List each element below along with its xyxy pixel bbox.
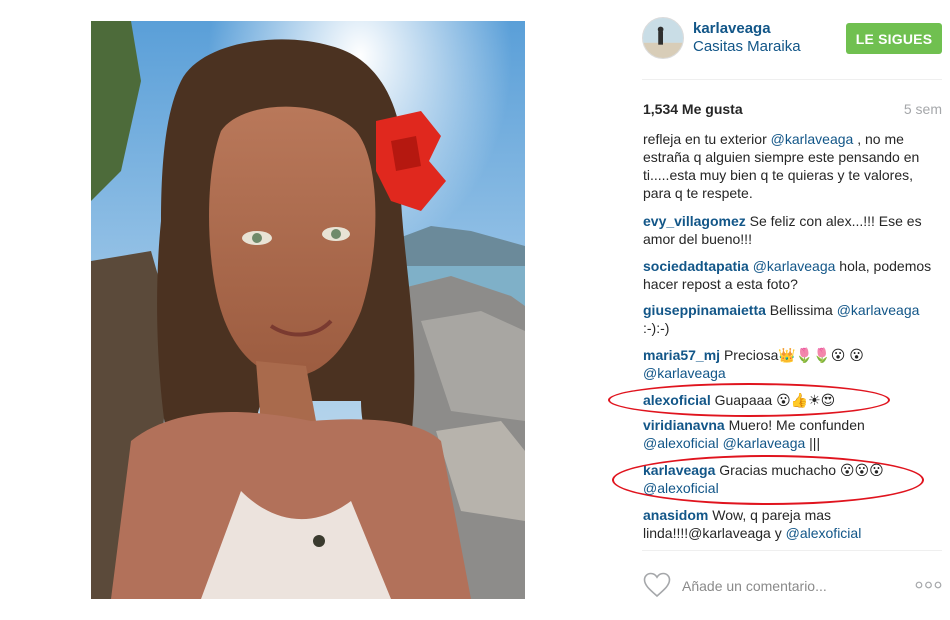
likes-count[interactable]: 1,534 Me gusta: [643, 101, 743, 117]
comment-text: Muero! Me confunden: [724, 417, 865, 433]
mention-link[interactable]: @karlaveaga: [643, 365, 726, 381]
comment-item: anasidom Wow, q pareja mas linda!!!!@kar…: [643, 506, 939, 542]
following-button[interactable]: LE SIGUES: [846, 23, 942, 54]
comment-item: giuseppinamaietta Bellissima @karlaveaga…: [643, 301, 939, 337]
comment-text: |||: [805, 435, 821, 451]
mention-link[interactable]: @karlaveaga: [753, 258, 836, 274]
comment-text: Preciosa👑🌷🌷😮 😮: [720, 347, 864, 363]
comment-author[interactable]: evy_villagomez: [643, 213, 746, 229]
add-comment-input[interactable]: [682, 576, 902, 596]
highlight-circle: [608, 383, 890, 417]
post-age[interactable]: 5 sem: [904, 101, 942, 117]
mention-link[interactable]: @karlaveaga: [723, 435, 806, 451]
divider: [642, 550, 942, 551]
mention-link[interactable]: @karlaveaga: [837, 302, 920, 318]
comment-author[interactable]: maria57_mj: [643, 347, 720, 363]
comment-text: Bellissima: [765, 302, 837, 318]
post-header: karlaveaga Casitas Maraika LE SIGUES: [642, 17, 942, 61]
comment-item: evy_villagomez Se feliz con alex...!!! E…: [643, 212, 939, 248]
comment-text: refleja en tu exterior: [643, 131, 771, 147]
comment-author[interactable]: viridianavna: [643, 417, 725, 433]
mention-link[interactable]: @alexoficial: [643, 435, 719, 451]
post-details-panel: karlaveaga Casitas Maraika LE SIGUES 1,5…: [608, 0, 950, 620]
post-photo[interactable]: [91, 21, 525, 599]
mention-link[interactable]: @karlaveaga: [771, 131, 854, 147]
comment-item: sociedadtapatia @karlaveaga hola, podemo…: [643, 257, 939, 293]
comment-item: maria57_mj Preciosa👑🌷🌷😮 😮 @karlaveaga: [643, 346, 939, 382]
comment-author[interactable]: giuseppinamaietta: [643, 302, 766, 318]
divider: [642, 79, 942, 80]
comment-author[interactable]: sociedadtapatia: [643, 258, 749, 274]
more-options-icon[interactable]: [915, 580, 942, 590]
heart-icon[interactable]: [643, 572, 671, 598]
comment-text: :-):-): [643, 320, 670, 336]
mention-link[interactable]: @alexoficial: [786, 525, 862, 541]
post-location[interactable]: Casitas Maraika: [693, 38, 801, 55]
highlight-circle: [612, 455, 924, 505]
post-username[interactable]: karlaveaga: [693, 20, 771, 37]
comment-author[interactable]: anasidom: [643, 507, 708, 523]
comment-item: viridianavna Muero! Me confunden @alexof…: [643, 416, 939, 452]
comment-item: refleja en tu exterior @karlaveaga , no …: [643, 130, 939, 202]
avatar[interactable]: [642, 17, 684, 59]
